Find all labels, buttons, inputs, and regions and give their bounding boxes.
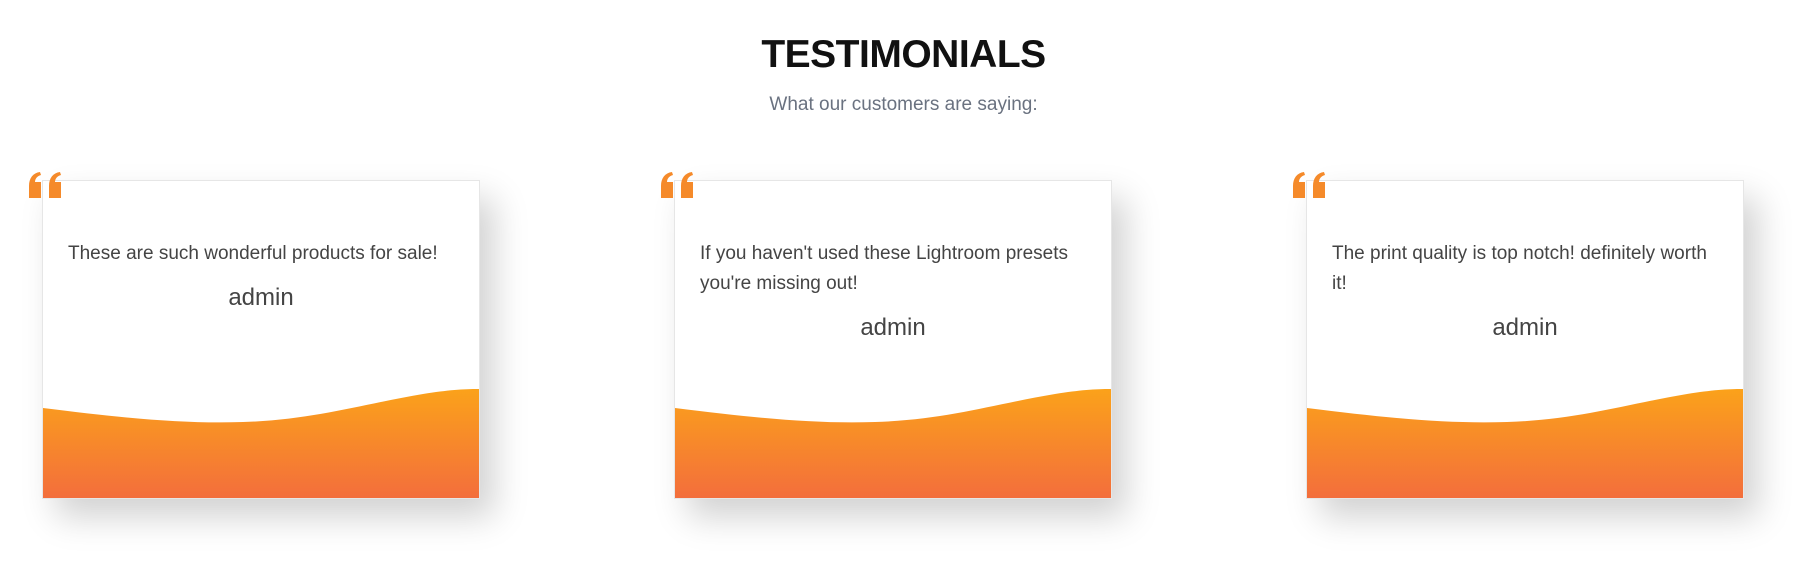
testimonial-text-wrapper: The print quality is top notch! definite…	[1332, 239, 1718, 343]
testimonial-author: admin	[228, 284, 294, 311]
quote-open-icon	[1293, 172, 1325, 198]
testimonial-text-wrapper: These are such wonderful products for sa…	[68, 239, 454, 313]
testimonial-text-wrapper: If you haven't used these Lightroom pres…	[700, 239, 1086, 343]
quote-open-icon	[661, 172, 693, 198]
wave-decoration	[1307, 389, 1743, 498]
quote-open-icon	[29, 172, 61, 198]
testimonial-text: The print quality is top notch! definite…	[1332, 243, 1707, 294]
testimonial-text: If you haven't used these Lightroom pres…	[700, 243, 1069, 294]
section-title: TESTIMONIALS	[761, 33, 1046, 76]
section-subtitle: What our customers are saying:	[769, 94, 1038, 115]
wave-decoration	[675, 389, 1111, 498]
testimonials-section: TESTIMONIALS What our customers are sayi…	[0, 0, 1807, 567]
testimonial-card: The print quality is top notch! definite…	[1306, 180, 1744, 499]
testimonial-card: If you haven't used these Lightroom pres…	[674, 180, 1112, 499]
testimonial-text: These are such wonderful products for sa…	[68, 243, 438, 264]
testimonial-author: admin	[860, 314, 926, 341]
wave-decoration	[43, 389, 479, 498]
testimonial-author: admin	[1492, 314, 1558, 341]
testimonial-card: These are such wonderful products for sa…	[42, 180, 480, 499]
